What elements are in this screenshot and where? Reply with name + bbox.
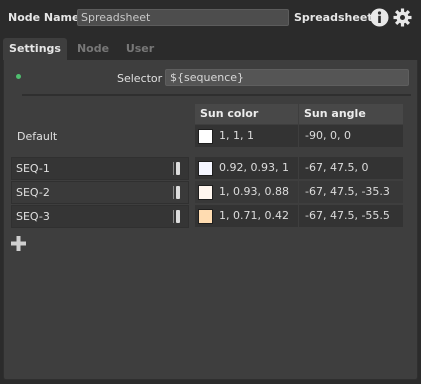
color-swatch[interactable]	[198, 161, 213, 176]
table-row-seq-1[interactable]: SEQ-1	[11, 157, 189, 180]
tab-bar: Settings Node User	[0, 38, 421, 60]
color-swatch[interactable]	[198, 185, 213, 200]
row-name: SEQ-1	[16, 162, 50, 175]
default-sun-color-cell[interactable]: 1, 1, 1	[195, 125, 298, 147]
sun-color-value: 1, 1, 1	[219, 129, 254, 142]
selector-field[interactable]: ${sequence}	[165, 69, 409, 86]
tab-node[interactable]: Node	[72, 38, 114, 60]
column-header-sun-color[interactable]: Sun color	[195, 104, 298, 124]
color-swatch[interactable]	[198, 209, 213, 224]
seq-3-sun-color-cell[interactable]: 1, 0.71, 0.42	[195, 205, 298, 227]
table-row-seq-2[interactable]: SEQ-2	[11, 181, 189, 204]
divider	[22, 94, 411, 96]
seq-1-sun-angle-cell[interactable]: -67, 47.5, 0	[299, 157, 403, 179]
seq-3-sun-angle-cell[interactable]: -67, 47.5, -55.5	[299, 205, 403, 227]
gear-icon[interactable]	[393, 8, 412, 27]
plus-icon[interactable]	[11, 236, 26, 251]
info-icon[interactable]	[370, 8, 389, 27]
node-name-label: Node Name	[8, 11, 80, 24]
node-name-field[interactable]: Spreadsheet	[77, 9, 289, 26]
seq-2-sun-color-cell[interactable]: 1, 0.93, 0.88	[195, 181, 298, 203]
sun-color-value: 1, 0.71, 0.42	[219, 209, 289, 222]
table-row-seq-3[interactable]: SEQ-3	[11, 205, 189, 228]
row-name: SEQ-2	[16, 186, 50, 199]
node-type-label: Spreadsheet	[294, 11, 373, 24]
seq-1-sun-color-cell[interactable]: 0.92, 0.93, 1	[195, 157, 298, 179]
drag-handle-icon[interactable]	[173, 162, 181, 175]
node-header: Node Name Spreadsheet Spreadsheet	[0, 0, 421, 36]
tab-user[interactable]: User	[120, 38, 160, 60]
default-row-label: Default	[17, 130, 58, 143]
seq-2-sun-angle-cell[interactable]: -67, 47.5, -35.3	[299, 181, 403, 203]
selector-label: Selector	[117, 72, 163, 85]
color-swatch[interactable]	[198, 129, 213, 144]
row-name: SEQ-3	[16, 210, 50, 223]
sun-color-value: 0.92, 0.93, 1	[219, 161, 289, 174]
drag-handle-icon[interactable]	[173, 186, 181, 199]
default-sun-angle-cell[interactable]: -90, 0, 0	[299, 125, 403, 147]
status-dot	[16, 74, 21, 79]
sun-color-value: 1, 0.93, 0.88	[219, 185, 289, 198]
column-header-sun-angle[interactable]: Sun angle	[299, 104, 403, 124]
drag-handle-icon[interactable]	[173, 210, 181, 223]
tab-settings[interactable]: Settings	[3, 38, 67, 60]
